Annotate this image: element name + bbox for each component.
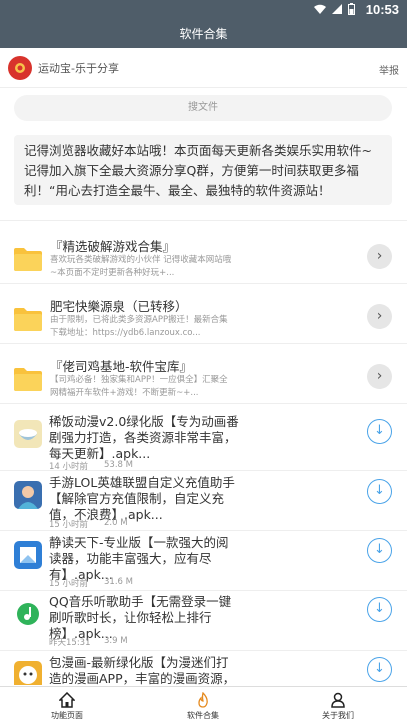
divider [0,283,407,284]
list-item[interactable]: 稀饭动漫v2.0绿化版【专为动画番剧强力打造，各类资源非常丰富，每天更新】.ap… [0,414,407,474]
home-icon [59,692,75,708]
divider [0,650,407,651]
wifi-icon [314,4,326,14]
site-header: 运动宝-乐于分享 举报 [0,48,407,88]
user-icon [331,692,345,708]
divider [0,530,407,531]
page-title: 软件合集 [0,20,407,48]
app-size: 31.6 M [104,577,133,587]
divider [0,220,407,221]
app-title: 包漫画-最新绿化版【为漫迷们打造的漫画APP，丰富的漫画资源，已去除已知广告】.… [49,655,236,685]
status-bar: 10:53 [0,0,407,20]
app-time: 15 小时前 [49,520,89,530]
app-time: 15 小时前 [49,579,89,589]
download-icon[interactable]: ↓ [367,419,392,444]
folder-title: 『精选破解游戏合集』 [50,239,176,254]
list-item[interactable]: 手游LOL英雄联盟自定义充值助手【解除官方充值限制，自定义充值，不浪费】.apk… [0,475,407,535]
divider [0,403,407,404]
app-title: QQ音乐听歌助手【无需登录一键刷听歌时长，让你轻松上排行榜】.apk... [49,594,232,641]
download-icon[interactable]: ↓ [367,597,392,622]
app-size: 3.9 M [104,636,128,646]
chevron-right-icon[interactable]: › [367,304,392,329]
folder-title: 肥宅快樂源泉（已转移） [50,299,188,314]
comic-icon [14,661,42,685]
signal-icon [332,4,342,14]
tab-software-collection[interactable]: 软件合集 [153,687,253,725]
fire-icon [198,692,208,708]
folder-desc: 喜欢玩各类破解游戏的小伙伴 记得收藏本网站哦~本页面不定时更新各种好玩+... [50,255,232,278]
folder-desc: 【司鸡必备！独家集和APP！一应俱全】汇聚全网精福开车软件+游戏！不断更新~+.… [50,375,228,398]
app-size: 53.8 M [104,460,133,470]
music-globe-icon [14,600,42,628]
lol-hero-icon [14,481,42,509]
status-icons [314,3,355,15]
site-logo-icon [8,56,32,80]
app-size: 2.0 M [104,518,128,528]
tab-label: 软件合集 [187,711,219,720]
tab-function-page[interactable]: 功能页面 [17,687,117,725]
divider [0,470,407,471]
folder-icon [14,368,42,391]
tab-label: 关于我们 [322,711,354,720]
chevron-right-icon[interactable]: › [367,364,392,389]
status-time: 10:53 [365,2,399,17]
site-name[interactable]: 运动宝-乐于分享 [38,60,119,76]
divider [0,590,407,591]
download-icon[interactable]: ↓ [367,479,392,504]
folder-desc: 由于限制，已将此类多资源APP搬迁！最新合集下载地址：https://ydb6.… [50,315,228,338]
search-input[interactable]: 搜文件 [14,95,392,121]
battery-icon [348,3,355,15]
notice-text: 记得浏览器收藏好本站哦！本页面每天更新各类娱乐实用软件~记得加入旗下全最大资源分… [14,135,392,205]
chevron-right-icon[interactable]: › [367,244,392,269]
bottom-tab-bar: 功能页面 软件合集 关于我们 [0,686,407,725]
book-icon [14,541,42,569]
folder-icon [14,248,42,271]
list-item[interactable]: QQ音乐听歌助手【无需登录一键刷听歌时长，让你轻松上排行榜】.apk... 昨天… [0,594,407,654]
report-link[interactable]: 举报 [379,62,399,77]
divider [0,343,407,344]
folder-title: 『佬司鸡基地-软件宝库』 [50,359,193,374]
list-item[interactable]: 包漫画-最新绿化版【为漫迷们打造的漫画APP，丰富的漫画资源，已去除已知广告】.… [0,655,407,685]
tab-label: 功能页面 [51,711,83,720]
download-icon[interactable]: ↓ [367,538,392,563]
app-time: 昨天15:31 [49,638,91,648]
rice-bowl-icon [14,420,42,448]
tab-about-us[interactable]: 关于我们 [288,687,388,725]
download-icon[interactable]: ↓ [367,657,392,682]
list-item[interactable]: 静读天下-专业版【一款强大的阅读器，功能丰富强大，应有尽有】.apk... 15… [0,535,407,595]
folder-icon [14,308,42,331]
